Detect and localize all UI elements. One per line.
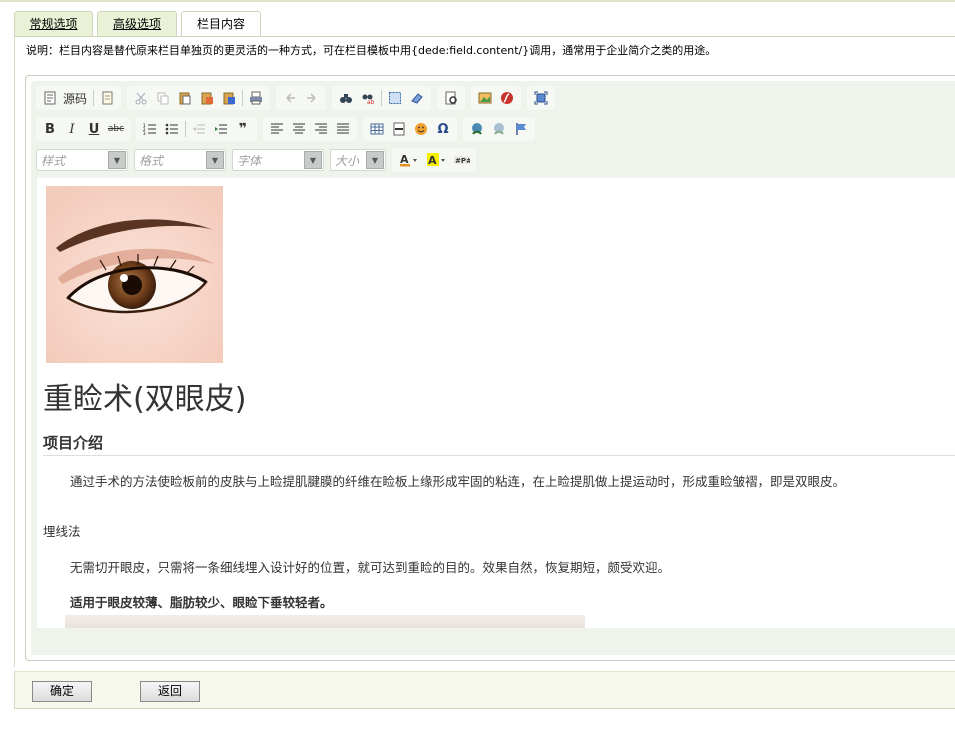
- style-select[interactable]: 样式 ▼: [36, 149, 128, 171]
- remove-format-icon[interactable]: [406, 87, 428, 109]
- intro-paragraph: 通过手术的方法使睑板前的皮肤与上睑提肌腱膜的纤维在睑板上缘形成牢固的粘连，在上睑…: [70, 474, 846, 489]
- font-select-label: 字体: [237, 153, 262, 168]
- underline-icon[interactable]: U: [83, 118, 105, 140]
- article-title: 重睑术(双眼皮): [43, 382, 247, 417]
- section-divider: [43, 455, 955, 456]
- size-select[interactable]: 大小 ▼: [330, 149, 386, 171]
- paste-icon[interactable]: [174, 87, 196, 109]
- bold-icon[interactable]: B: [39, 118, 61, 140]
- confirm-button[interactable]: 确定: [32, 681, 92, 702]
- align-center-icon[interactable]: [288, 118, 310, 140]
- paste-word-icon[interactable]: [218, 87, 240, 109]
- format-select[interactable]: 格式 ▼: [134, 149, 226, 171]
- toolbar-group-insert: [471, 86, 522, 110]
- print-icon[interactable]: [245, 87, 267, 109]
- toolbar-group-links: [463, 117, 535, 141]
- toolbar-group-lists: 123 ❞: [136, 117, 257, 141]
- indent-icon[interactable]: [210, 118, 232, 140]
- anchor-flag-icon[interactable]: [510, 118, 532, 140]
- toolbar-group-history: [276, 86, 327, 110]
- separator: [381, 90, 383, 106]
- find-icon[interactable]: [335, 87, 357, 109]
- eye-illustration-image: [46, 186, 223, 363]
- align-left-icon[interactable]: [266, 118, 288, 140]
- align-right-icon[interactable]: [310, 118, 332, 140]
- horizontal-rule-icon[interactable]: [388, 118, 410, 140]
- source-button-label[interactable]: 源码: [63, 90, 87, 107]
- separator: [185, 121, 186, 137]
- toolbar-group-find: ab: [332, 86, 432, 110]
- editor-content-area[interactable]: 重睑术(双眼皮) 项目介绍 通过手术的方法使睑板前的皮肤与上睑提肌腱膜的纤维在睑…: [37, 178, 955, 628]
- copy-icon[interactable]: [152, 87, 174, 109]
- style-select-label: 样式: [41, 153, 66, 168]
- svg-text:3: 3: [143, 131, 146, 136]
- toolbar-row-1: 源码 ab: [36, 85, 561, 111]
- background-color-icon[interactable]: A: [423, 149, 451, 171]
- select-all-icon[interactable]: [384, 87, 406, 109]
- blockquote-icon[interactable]: ❞: [232, 118, 254, 140]
- pagebreak-icon[interactable]: #P#: [451, 149, 473, 171]
- section-title: 项目介绍: [43, 434, 104, 452]
- cut-icon[interactable]: [130, 87, 152, 109]
- unlink-icon[interactable]: [488, 118, 510, 140]
- toolbar-group-source: 源码: [36, 86, 122, 110]
- svg-text:ab: ab: [367, 99, 375, 105]
- font-select[interactable]: 字体 ▼: [232, 149, 324, 171]
- chevron-down-icon[interactable]: ▼: [366, 151, 384, 169]
- size-select-label: 大小: [335, 153, 360, 168]
- toolbar-group-maximize: [527, 86, 556, 110]
- table-icon[interactable]: [366, 118, 388, 140]
- separator: [242, 90, 244, 106]
- strikethrough-icon[interactable]: abc: [105, 118, 127, 140]
- svg-text:#P#: #P#: [455, 157, 470, 165]
- paste-text-icon[interactable]: [196, 87, 218, 109]
- numbered-list-icon[interactable]: 123: [139, 118, 161, 140]
- undo-icon[interactable]: [279, 87, 301, 109]
- align-justify-icon[interactable]: [332, 118, 354, 140]
- outdent-icon[interactable]: [188, 118, 210, 140]
- text-color-icon[interactable]: A: [395, 149, 423, 171]
- flash-icon[interactable]: [496, 87, 518, 109]
- tab-column-content[interactable]: 栏目内容: [181, 11, 261, 37]
- tab-advanced-options[interactable]: 高级选项: [97, 11, 177, 36]
- document-icon[interactable]: [96, 87, 118, 109]
- link-icon[interactable]: [466, 118, 488, 140]
- toolbar-group-clipboard: [127, 86, 271, 110]
- toolbar-row-3: 样式 ▼ 格式 ▼ 字体 ▼ 大小 ▼ A A #P#: [36, 147, 482, 173]
- svg-text:A: A: [428, 154, 437, 167]
- bullet-list-icon[interactable]: [161, 118, 183, 140]
- maximize-icon[interactable]: [530, 87, 552, 109]
- replace-icon[interactable]: ab: [357, 87, 379, 109]
- toolbar-group-align: [263, 117, 357, 141]
- chevron-down-icon[interactable]: ▼: [206, 151, 224, 169]
- special-char-icon[interactable]: Ω: [432, 118, 454, 140]
- toolbar-group-preview: [437, 86, 466, 110]
- method-title: 埋线法: [43, 524, 81, 539]
- redo-icon[interactable]: [301, 87, 323, 109]
- chevron-down-icon[interactable]: ▼: [304, 151, 322, 169]
- preview-icon[interactable]: [440, 87, 462, 109]
- description-note: 说明：栏目内容是替代原来栏目单独页的更灵活的一种方式，可在栏目模板中用{dede…: [26, 44, 717, 57]
- toolbar-group-objects: Ω: [363, 117, 457, 141]
- chevron-down-icon[interactable]: ▼: [108, 151, 126, 169]
- toolbar-row-2: B I U abc 123 ❞ Ω: [36, 116, 541, 142]
- toolbar-group-text-style: B I U abc: [36, 117, 130, 141]
- method-suitable-text: 适用于眼皮较薄、脂肪较少、眼睑下垂较轻者。: [70, 595, 333, 610]
- method-paragraph: 无需切开眼皮，只需将一条细线埋入设计好的位置，就可达到重睑的目的。效果自然，恢复…: [70, 560, 671, 575]
- eyes-strip-image: [65, 615, 585, 628]
- back-button[interactable]: 返回: [140, 681, 200, 702]
- image-icon[interactable]: [474, 87, 496, 109]
- toolbar-group-colors: A A #P#: [392, 148, 476, 172]
- top-divider: [0, 0, 955, 2]
- source-icon[interactable]: [39, 87, 61, 109]
- smiley-icon[interactable]: [410, 118, 432, 140]
- italic-icon[interactable]: I: [61, 118, 83, 140]
- format-select-label: 格式: [139, 153, 164, 168]
- tab-general-options[interactable]: 常规选项: [14, 11, 93, 36]
- separator: [93, 90, 95, 106]
